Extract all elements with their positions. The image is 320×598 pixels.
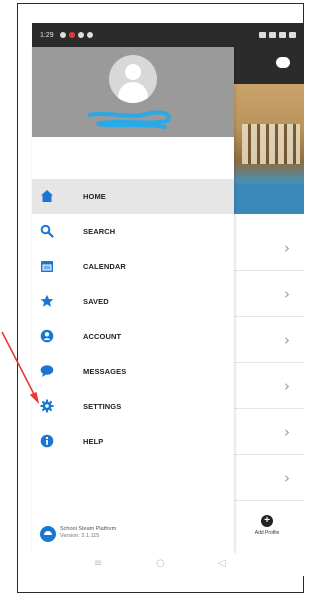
notification-icon xyxy=(77,32,84,38)
menu-label: CALENDAR xyxy=(83,262,126,271)
home-icon xyxy=(41,190,53,202)
system-navigation-bar: ≡ ○ ◁ xyxy=(32,554,304,576)
star-icon xyxy=(40,294,54,307)
status-time: 1:29 xyxy=(40,31,54,39)
menu-item-saved[interactable]: SAVED xyxy=(32,284,234,319)
chevron-right-icon: › xyxy=(284,469,290,487)
list-item[interactable]: › xyxy=(232,409,304,455)
list-item[interactable]: › xyxy=(232,363,304,409)
chat-bubble-icon xyxy=(40,365,54,377)
chat-icon[interactable] xyxy=(276,57,290,68)
add-profile-button[interactable]: + Add Profile xyxy=(237,515,297,536)
bluetooth-icon xyxy=(259,32,266,38)
info-icon xyxy=(40,434,54,448)
search-icon xyxy=(40,224,54,238)
add-profile-label: Add Profile xyxy=(254,530,280,536)
chevron-right-icon: › xyxy=(284,285,290,303)
app-version: Version: 2.1.115 xyxy=(60,533,100,539)
chevron-right-icon: › xyxy=(284,423,290,441)
battery-icon xyxy=(289,32,296,38)
menu-item-account[interactable]: ACCOUNT xyxy=(32,319,234,354)
menu-label: MESSAGES xyxy=(83,367,127,376)
signal-icon xyxy=(279,32,286,38)
back-icon[interactable]: ◁ xyxy=(218,558,226,569)
alarm-icon xyxy=(269,32,276,38)
status-icons xyxy=(259,32,296,38)
menu-label: SEARCH xyxy=(83,227,116,236)
list-item[interactable]: › xyxy=(232,271,304,317)
navigation-drawer: HOME SEARCH CALENDAR SAVED ACCOUNT MESSA… xyxy=(32,47,234,554)
menu-item-home[interactable]: HOME xyxy=(32,179,234,214)
chevron-right-icon: › xyxy=(284,377,290,395)
chevron-right-icon: › xyxy=(284,239,290,257)
menu-item-calendar[interactable]: CALENDAR xyxy=(32,249,234,284)
list-item[interactable]: › xyxy=(232,455,304,501)
recents-icon[interactable]: ≡ xyxy=(94,558,102,569)
redacted-name-scribble xyxy=(88,110,171,129)
app-info: School Steam Platform Version: 2.1.115 xyxy=(40,522,220,548)
gear-icon xyxy=(40,399,54,413)
menu-label: SAVED xyxy=(83,297,109,306)
notification-icon xyxy=(68,32,75,38)
chevron-right-icon: › xyxy=(284,331,290,349)
hero-image xyxy=(232,84,304,214)
calendar-icon xyxy=(41,261,53,272)
notification-icon xyxy=(59,32,66,38)
app-logo-icon xyxy=(40,526,56,542)
menu-label: SETTINGS xyxy=(83,402,122,411)
list-item[interactable]: › xyxy=(232,225,304,271)
menu-label: HOME xyxy=(83,192,106,201)
menu-item-search[interactable]: SEARCH xyxy=(32,214,234,249)
notification-icon xyxy=(86,32,93,38)
menu-label: HELP xyxy=(83,437,104,446)
menu-item-messages[interactable]: MESSAGES xyxy=(32,354,234,389)
menu-item-settings[interactable]: SETTINGS xyxy=(32,389,234,424)
app-name: School Steam Platform xyxy=(60,526,117,532)
plus-icon: + xyxy=(261,515,273,527)
avatar[interactable] xyxy=(109,55,157,103)
status-bar: 1:29 xyxy=(32,23,304,47)
menu-item-help[interactable]: HELP xyxy=(32,424,234,459)
menu-label: ACCOUNT xyxy=(83,332,122,341)
drawer-header xyxy=(32,47,234,137)
home-button-icon[interactable]: ○ xyxy=(156,558,165,569)
drawer-menu: HOME SEARCH CALENDAR SAVED ACCOUNT MESSA… xyxy=(32,179,234,459)
account-icon xyxy=(40,329,54,343)
list-item[interactable]: › xyxy=(232,317,304,363)
app-header xyxy=(232,47,304,84)
